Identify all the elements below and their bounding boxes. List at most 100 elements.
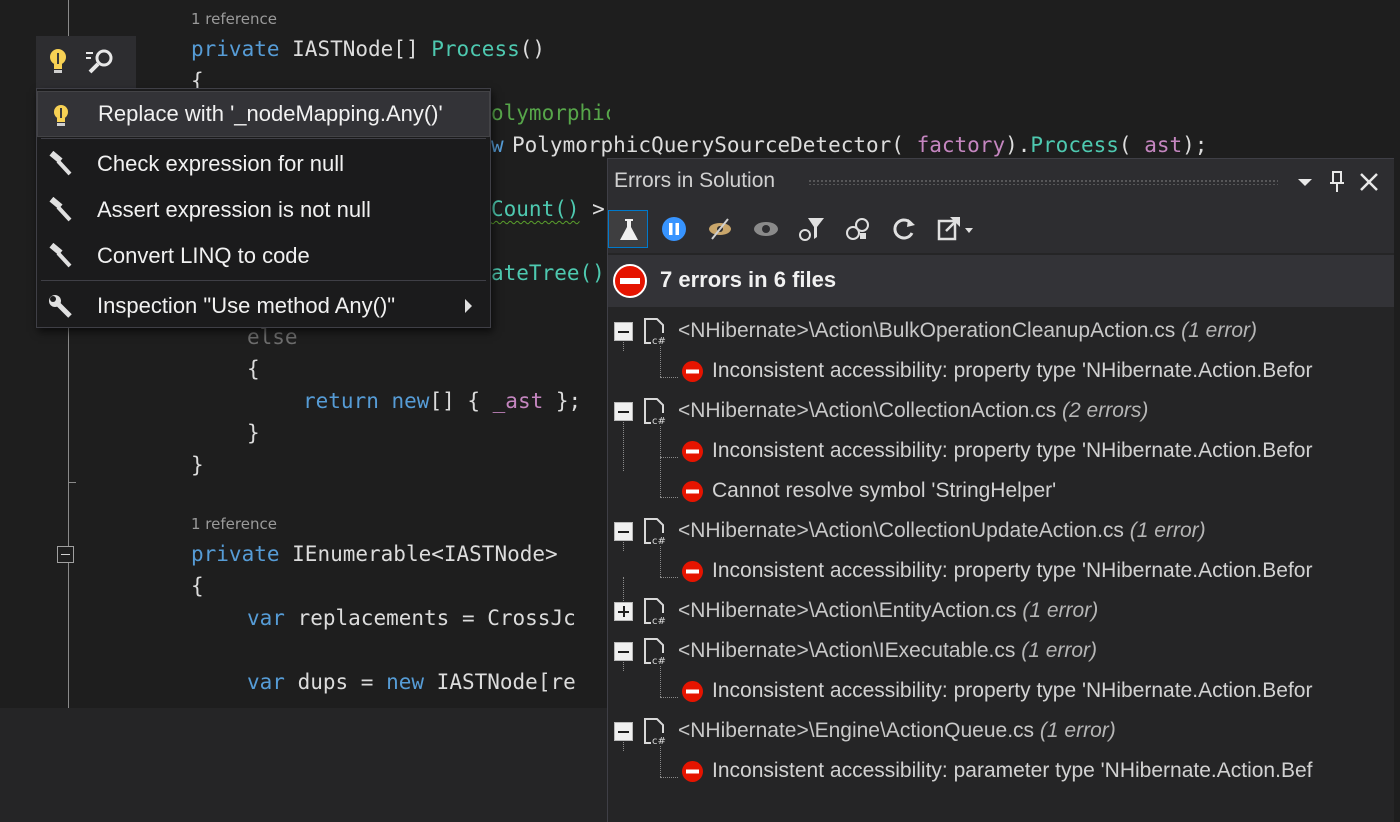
- error-icon: [681, 680, 704, 703]
- collapse-toggle[interactable]: [614, 642, 633, 661]
- tree-connector: [660, 697, 678, 698]
- file-node[interactable]: c# <NHibernate>\Action\CollectionUpdateA…: [608, 511, 1394, 551]
- error-message: Inconsistent accessibility: property typ…: [712, 359, 1313, 382]
- error-icon: [612, 263, 648, 299]
- hammer-icon: [47, 150, 73, 177]
- file-node[interactable]: c# <NHibernate>\Action\BulkOperationClea…: [608, 311, 1394, 351]
- menu-item-convert-linq[interactable]: Convert LINQ to code: [37, 233, 490, 279]
- collapse-toggle[interactable]: [614, 722, 633, 741]
- error-node[interactable]: Inconsistent accessibility: property typ…: [608, 431, 1394, 471]
- file-path: <NHibernate>\Engine\ActionQueue.cs: [678, 719, 1035, 742]
- svg-text:c#: c#: [652, 736, 666, 747]
- code-line: Count() >: [491, 197, 605, 221]
- code-line: }: [247, 421, 260, 445]
- indent-guide-tick: [68, 482, 76, 483]
- refresh-icon[interactable]: [884, 210, 924, 248]
- hammer-icon: [47, 196, 73, 223]
- error-summary-row[interactable]: 7 errors in 6 files: [608, 255, 1394, 307]
- collapse-toggle[interactable]: [614, 522, 633, 541]
- error-icon: [681, 760, 704, 783]
- svg-text:c#: c#: [652, 616, 666, 627]
- file-node[interactable]: c# <NHibernate>\Engine\ActionQueue.cs (1…: [608, 711, 1394, 751]
- error-node[interactable]: Inconsistent accessibility: property typ…: [608, 671, 1394, 711]
- csharp-file-icon: c#: [642, 397, 668, 427]
- code-line: {: [191, 574, 204, 598]
- menu-item-assert-not-null[interactable]: Assert expression is not null: [37, 187, 490, 233]
- menu-item-inspection[interactable]: Inspection "Use method Any()": [37, 283, 490, 329]
- menu-item-check-null[interactable]: Check expression for null: [37, 141, 490, 187]
- error-icon: [681, 480, 704, 503]
- light-bulb-icon: [48, 102, 74, 128]
- code-line: }: [191, 453, 204, 477]
- collapse-toggle[interactable]: [614, 322, 633, 341]
- panel-title: Errors in Solution: [614, 169, 776, 192]
- code-line-overflow: PolymorphicQuerySourceDetector( factory)…: [512, 133, 1208, 157]
- expand-toggle[interactable]: [614, 602, 633, 621]
- errors-tree: c# <NHibernate>\Action\BulkOperationClea…: [608, 307, 1394, 822]
- errors-in-solution-panel: Errors in Solution 7 errors in 6 files c…: [607, 158, 1394, 822]
- error-message: Inconsistent accessibility: parameter ty…: [712, 759, 1313, 782]
- csharp-file-icon: c#: [642, 317, 668, 347]
- error-node[interactable]: Inconsistent accessibility: parameter ty…: [608, 751, 1394, 791]
- csharp-file-icon: c#: [642, 517, 668, 547]
- file-node[interactable]: c# <NHibernate>\Action\CollectionAction.…: [608, 391, 1394, 431]
- code-line: private IEnumerable<IASTNode>: [191, 542, 558, 566]
- export-icon[interactable]: [930, 210, 982, 248]
- error-count: (1 error): [1039, 719, 1116, 742]
- menu-item-replace-any[interactable]: Replace with '_nodeMapping.Any()': [37, 91, 490, 137]
- menu-separator: [41, 280, 486, 281]
- csharp-file-icon: c#: [642, 717, 668, 747]
- error-icon: [681, 560, 704, 583]
- svg-text:c#: c#: [652, 536, 666, 547]
- code-line: var replacements = CrossJc: [247, 606, 576, 630]
- flask-icon[interactable]: [608, 210, 648, 248]
- pin-icon[interactable]: [1324, 169, 1350, 195]
- file-path: <NHibernate>\Action\CollectionUpdateActi…: [678, 519, 1124, 542]
- code-lens-references[interactable]: 1 reference: [191, 515, 277, 533]
- eye-off-icon[interactable]: [700, 210, 740, 248]
- error-count: (1 error): [1129, 519, 1206, 542]
- eye-icon[interactable]: [746, 210, 786, 248]
- code-line: private IASTNode[] Process(): [191, 37, 546, 61]
- error-count: (1 error): [1022, 599, 1099, 622]
- tree-connector: [660, 577, 678, 578]
- tree-connector: [660, 457, 678, 458]
- search-icon[interactable]: [84, 46, 118, 76]
- menu-item-label: Check expression for null: [97, 151, 345, 176]
- code-line: ateTree(): [491, 261, 605, 285]
- file-node[interactable]: c# <NHibernate>\Action\EntityAction.cs (…: [608, 591, 1394, 631]
- wrench-icon: [47, 293, 73, 319]
- code-line: return new[] { _ast };: [303, 389, 582, 413]
- error-node[interactable]: Inconsistent accessibility: property typ…: [608, 551, 1394, 591]
- collapse-toggle[interactable]: [57, 546, 74, 563]
- error-count: (1 error): [1181, 319, 1257, 342]
- code-lens-references[interactable]: 1 reference: [191, 10, 277, 28]
- dropdown-arrow-icon[interactable]: [1292, 169, 1318, 195]
- pause-icon[interactable]: [654, 210, 694, 248]
- code-line: {: [247, 357, 260, 381]
- light-bulb-icon[interactable]: [44, 46, 72, 76]
- tree-connector: [660, 497, 678, 498]
- error-message: Cannot resolve symbol 'StringHelper': [712, 479, 1057, 502]
- file-path: <NHibernate>\Action\EntityAction.cs: [678, 599, 1017, 622]
- close-icon[interactable]: [1356, 169, 1382, 195]
- file-path: <NHibernate>\Action\IExecutable.cs: [678, 639, 1016, 662]
- error-node[interactable]: Inconsistent accessibility: property typ…: [608, 351, 1394, 391]
- file-node[interactable]: c# <NHibernate>\Action\IExecutable.cs (1…: [608, 631, 1394, 671]
- code-line: olymorphic query sources: [491, 101, 610, 125]
- svg-text:c#: c#: [652, 336, 666, 347]
- error-node[interactable]: Cannot resolve symbol 'StringHelper': [608, 471, 1394, 511]
- svg-text:c#: c#: [652, 656, 666, 667]
- menu-item-label: Replace with '_nodeMapping.Any()': [98, 101, 443, 126]
- filter-icon[interactable]: [792, 210, 832, 248]
- menu-separator: [41, 138, 486, 139]
- code-line: var dups = new IASTNode[re: [247, 670, 576, 694]
- error-count: (2 errors): [1062, 399, 1149, 422]
- panel-title-bar: Errors in Solution: [608, 159, 1394, 205]
- error-message: Inconsistent accessibility: property typ…: [712, 559, 1313, 582]
- error-icon: [681, 360, 704, 383]
- svg-text:c#: c#: [652, 416, 666, 427]
- drag-grip[interactable]: [808, 179, 1278, 185]
- collapse-toggle[interactable]: [614, 402, 633, 421]
- group-icon[interactable]: [838, 210, 878, 248]
